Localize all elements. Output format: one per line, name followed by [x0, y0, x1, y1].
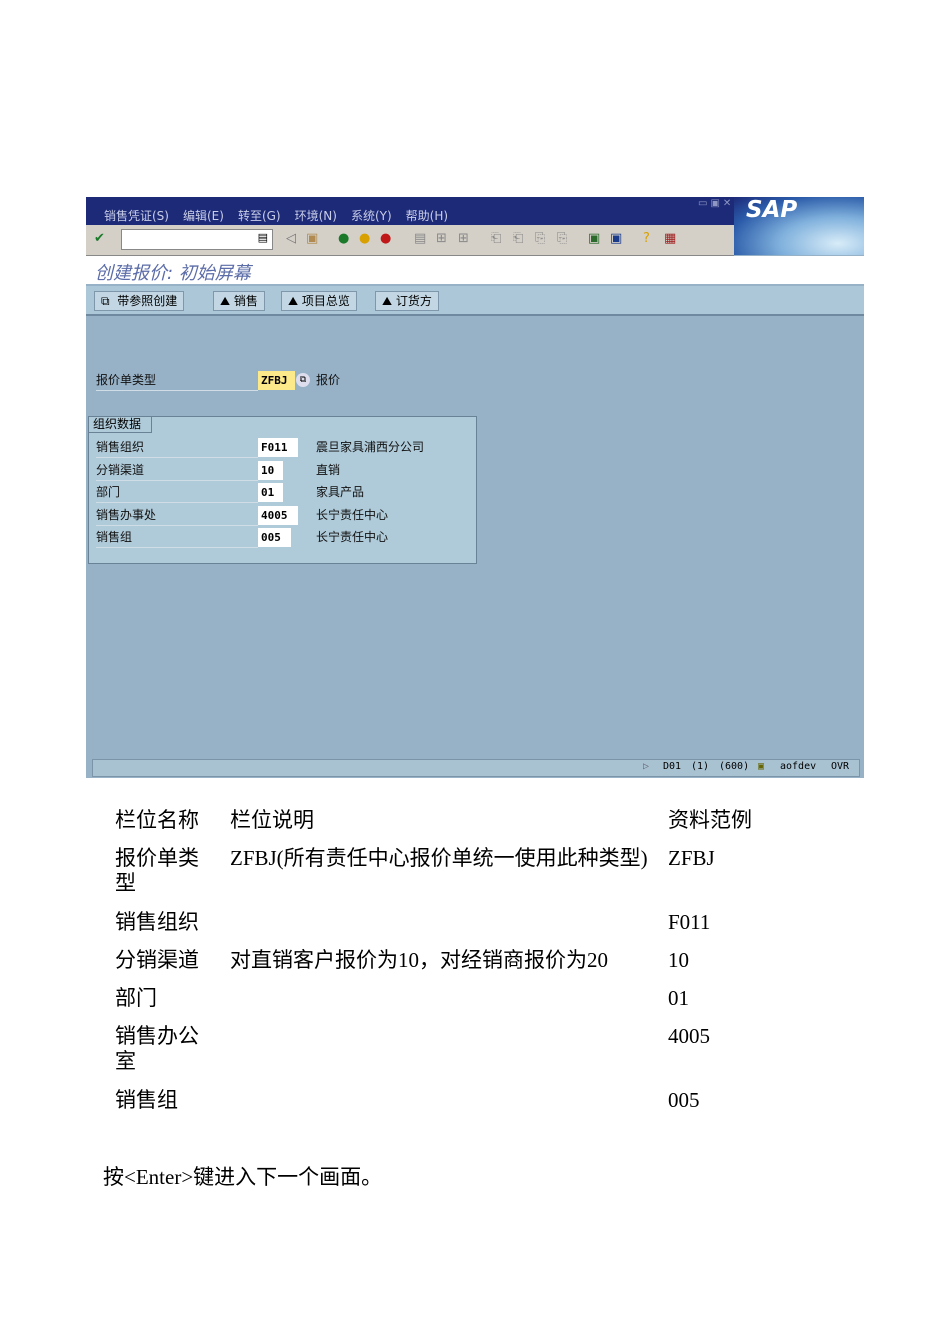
doc-type-desc: 报价 [316, 373, 341, 387]
next-page-icon[interactable]: ⎘ [535, 231, 545, 246]
exit-icon[interactable]: ● [359, 231, 370, 246]
field-label: 分销渠道 [96, 461, 258, 481]
status-bar: ▷ D01 (1) (600) ▣ aofdev OVR [92, 759, 860, 777]
enter-check-icon[interactable]: ✔ [94, 231, 105, 246]
previous-page-icon[interactable]: ⎗ [513, 231, 523, 246]
table-cell: 01 [668, 986, 689, 1010]
field-desc: 家具产品 [316, 485, 365, 499]
group-title: 组织数据 [89, 417, 153, 433]
field-desc: 长宁责任中心 [316, 507, 389, 522]
table-cell: 对直销客户报价为10，对经销商报价为20 [230, 948, 608, 972]
back-icon[interactable]: ● [338, 231, 349, 246]
sales-button[interactable]: ⛰ 销售 [213, 291, 265, 311]
f4-help-icon[interactable]: ⧉ [296, 373, 310, 387]
field-input[interactable]: 005 [258, 528, 291, 547]
field-desc: 震旦家具浦西分公司 [316, 440, 425, 454]
sold-to-party-button[interactable]: ⛰ 订货方 [375, 291, 439, 311]
field-label: 销售组织 [96, 438, 258, 458]
save-icon[interactable]: ▣ [306, 231, 318, 246]
status-client: (600) [719, 761, 750, 772]
standard-toolbar: ✔ ▤ ◁ ▣ ● ● ● ▤ ⊞ ⊞ ⎗ ⎗ ⎘ ⎘ ▣ ▣ ? ▦ [86, 225, 734, 256]
table-header: 栏位名称 [115, 808, 199, 832]
table-cell: 报价单类型 [115, 846, 199, 895]
person-icon: ⛰ [220, 294, 231, 308]
table-cell: 分销渠道 [115, 948, 199, 972]
table-cell: 销售组织 [115, 910, 199, 934]
field-label: 销售组 [96, 528, 258, 548]
item-overview-button[interactable]: ⛰ 项目总览 [281, 291, 357, 311]
field-input[interactable]: F011 [258, 438, 298, 457]
person-icon: ⛰ [382, 294, 393, 308]
table-cell: 005 [668, 1088, 700, 1112]
menu-edit[interactable]: 编辑(E) [183, 207, 224, 224]
help-icon[interactable]: ? [643, 231, 650, 246]
command-field[interactable]: ▤ [121, 229, 273, 250]
menu-goto[interactable]: 转至(G) [238, 207, 281, 224]
table-cell: 4005 [668, 1024, 710, 1048]
doc-type-input[interactable]: ZFBJ [258, 371, 295, 390]
last-page-icon[interactable]: ⎘ [557, 231, 567, 246]
field-label: 销售办事处 [96, 506, 258, 526]
sap-window: 销售凭证(S) 编辑(E) 转至(G) 环境(N) 系统(Y) 帮助(H) ▭▣… [86, 197, 864, 778]
table-cell: ZFBJ(所有责任中心报价单统一使用此种类型) [230, 846, 648, 870]
footer-note: 按<Enter>键进入下一个画面。 [103, 1165, 383, 1189]
screen-title: 创建报价: 初始屏幕 [86, 256, 864, 284]
back-arrow-icon[interactable]: ◁ [286, 231, 296, 246]
status-toggle-icon[interactable]: ▷ [643, 761, 649, 772]
layout-menu-icon[interactable]: ▦ [664, 231, 676, 246]
person-icon: ⛰ [288, 294, 299, 308]
menu-sales-document[interactable]: 销售凭证(S) [104, 207, 169, 224]
table-header: 栏位说明 [230, 808, 314, 832]
table-cell: 10 [668, 948, 689, 972]
table-header: 资料范例 [668, 808, 752, 832]
create-with-reference-button[interactable]: ⧉ 带参照创建 [94, 291, 185, 311]
copy-icon: ⧉ [101, 294, 110, 308]
application-toolbar: ⧉ 带参照创建 ⛰ 销售 ⛰ 项目总览 ⛰ 订货方 [86, 286, 864, 316]
doc-type-label: 报价单类型 [96, 371, 258, 391]
menu-system[interactable]: 系统(Y) [351, 207, 392, 224]
status-server: aofdev [780, 761, 817, 772]
menu-environment[interactable]: 环境(N) [295, 207, 337, 224]
status-system: D01 [663, 761, 682, 772]
table-cell: 销售办公室 [115, 1024, 199, 1073]
find-icon[interactable]: ⊞ [436, 231, 447, 246]
field-desc: 长宁责任中心 [316, 530, 389, 544]
table-cell: F011 [668, 910, 711, 934]
find-next-icon[interactable]: ⊞ [458, 231, 469, 246]
first-page-icon[interactable]: ⎗ [491, 231, 501, 246]
menu-help[interactable]: 帮助(H) [406, 207, 448, 224]
print-icon[interactable]: ▤ [414, 231, 426, 246]
field-desc: 直销 [316, 462, 341, 477]
cancel-icon[interactable]: ● [380, 231, 391, 246]
shortcut-icon[interactable]: ▣ [610, 231, 622, 246]
sap-logo: SAP [734, 197, 864, 255]
history-icon[interactable]: ▤ [258, 231, 268, 244]
field-input[interactable]: 01 [258, 483, 283, 502]
field-label: 部门 [96, 483, 258, 503]
field-input[interactable]: 4005 [258, 505, 298, 525]
window-controls[interactable]: ▭▣✕ [698, 198, 734, 209]
table-cell: 部门 [115, 986, 157, 1010]
status-mode[interactable]: OVR [831, 761, 849, 772]
table-cell: 销售组 [115, 1088, 178, 1112]
field-input[interactable]: 10 [258, 460, 283, 480]
status-info-icon[interactable]: ▣ [758, 761, 764, 772]
status-session: (1) [691, 761, 710, 772]
table-cell: ZFBJ [668, 846, 715, 870]
create-session-icon[interactable]: ▣ [588, 231, 600, 246]
